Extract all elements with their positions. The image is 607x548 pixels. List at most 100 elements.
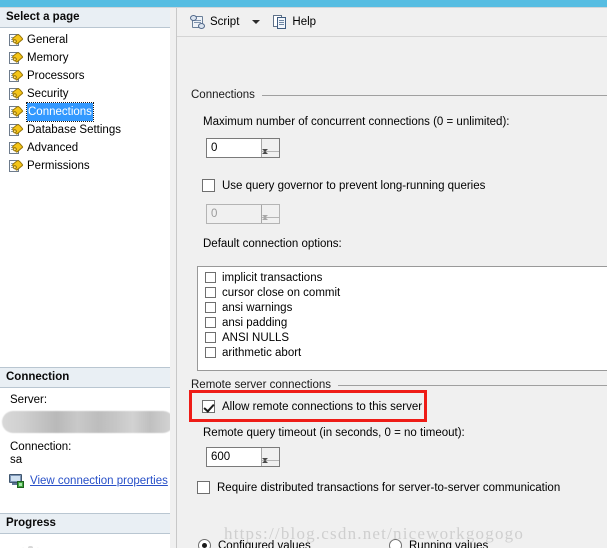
ssms-server-properties-dialog: Select a page General Memory Processors … [0, 0, 607, 548]
view-connection-properties-row[interactable]: View connection properties [0, 466, 176, 488]
page-icon [8, 141, 24, 155]
query-governor-spinner: 0 [206, 204, 280, 230]
option-checkbox[interactable] [205, 287, 216, 298]
option-label: cursor close on commit [222, 286, 341, 299]
sidebar-item-label: Memory [27, 52, 69, 64]
sidebar-item-label: Database Settings [27, 124, 121, 136]
progress-block: Ready [0, 534, 176, 548]
page-list-filler [0, 175, 176, 367]
configured-values-radio[interactable] [198, 539, 211, 548]
sidebar-item-database-settings[interactable]: Database Settings [0, 121, 176, 139]
sidebar-item-permissions[interactable]: Permissions [0, 157, 176, 175]
sidebar-item-advanced[interactable]: Advanced [0, 139, 176, 157]
option-label: arithmetic abort [222, 346, 302, 359]
allow-remote-connections-label: Allow remote connections to this server [222, 400, 423, 413]
page-list[interactable]: General Memory Processors Security Conne… [0, 28, 176, 175]
page-icon [8, 51, 24, 65]
spinner-buttons [261, 205, 279, 230]
spinner-down-button[interactable] [262, 458, 279, 473]
server-value-redaction [2, 411, 174, 433]
default-connection-options-listbox[interactable]: implicit transactions cursor close on co… [197, 266, 607, 371]
option-label: implicit transactions [222, 271, 323, 284]
connection-header: Connection [0, 367, 176, 388]
remote-timeout-spinner[interactable]: 600 [206, 447, 280, 473]
require-dtc-checkbox[interactable] [197, 481, 210, 494]
option-checkbox[interactable] [205, 302, 216, 313]
sidebar-item-label: Connections [26, 102, 94, 122]
page-icon [8, 87, 24, 101]
sidebar-item-security[interactable]: Security [0, 85, 176, 103]
sidebar-item-connections[interactable]: Connections [0, 102, 176, 122]
connection-block: Server: SQLEXP Connection: sa View conne… [0, 388, 176, 513]
query-governor-checkbox[interactable] [202, 179, 215, 192]
page-icon [8, 105, 24, 119]
page-icon [8, 123, 24, 137]
remote-group-header: Remote server connections [191, 379, 607, 391]
script-button[interactable]: Script [186, 11, 243, 33]
sidebar-item-label: Security [27, 88, 69, 100]
page-icon [8, 159, 24, 173]
remote-group-title: Remote server connections [191, 379, 331, 391]
connections-group-header: Connections [191, 89, 607, 101]
help-button[interactable]: Help [269, 11, 320, 33]
sidebar-item-processors[interactable]: Processors [0, 67, 176, 85]
sidebar-item-general[interactable]: General [0, 31, 176, 49]
script-button-label: Script [210, 16, 240, 28]
help-icon [273, 15, 287, 29]
option-checkbox[interactable] [205, 272, 216, 283]
sidebar-item-label: Advanced [27, 142, 79, 154]
window-accent-bar [0, 0, 607, 7]
max-connections-input[interactable]: 0 [207, 139, 261, 157]
require-dtc-label: Require distributed transactions for ser… [217, 481, 561, 494]
list-item[interactable]: cursor close on commit [198, 285, 607, 300]
sidebar-item-memory[interactable]: Memory [0, 49, 176, 67]
spinner-buttons[interactable] [261, 139, 279, 164]
allow-remote-connections-checkbox[interactable] [202, 400, 215, 413]
spinner-down-button [262, 215, 279, 230]
spinner-buttons[interactable] [261, 448, 279, 473]
list-item[interactable]: ansi padding [198, 315, 607, 330]
option-checkbox[interactable] [205, 317, 216, 328]
group-rule [337, 384, 607, 386]
list-item[interactable]: ansi warnings [198, 300, 607, 315]
server-connection-icon [9, 474, 25, 488]
remote-timeout-input[interactable]: 600 [207, 448, 261, 466]
left-panel: Select a page General Memory Processors … [0, 8, 176, 548]
max-connections-spinner[interactable]: 0 [206, 138, 280, 164]
right-panel: Script Help Connections Maximum number o… [177, 8, 607, 548]
view-connection-properties-link[interactable]: View connection properties [30, 475, 168, 487]
page-icon [8, 69, 24, 83]
require-dtc-row[interactable]: Require distributed transactions for ser… [197, 481, 560, 494]
sidebar-item-label: General [27, 34, 68, 46]
select-page-header: Select a page [0, 8, 176, 28]
connection-user-value: sa [10, 454, 23, 466]
watermark-text: https://blog.csdn.net/niceworkgogogo [224, 524, 525, 543]
help-button-label: Help [292, 16, 317, 28]
query-governor-label: Use query governor to prevent long-runni… [222, 179, 486, 192]
option-label: ansi padding [222, 316, 288, 329]
group-rule [261, 94, 607, 96]
list-item[interactable]: ANSI NULLS [198, 330, 607, 345]
dialog-toolbar: Script Help [177, 8, 607, 37]
allow-remote-connections-row[interactable]: Allow remote connections to this server [202, 400, 422, 413]
option-label: ANSI NULLS [222, 331, 290, 344]
spinner-down-button[interactable] [262, 149, 279, 164]
chevron-down-icon[interactable] [252, 20, 261, 24]
connections-group-title: Connections [191, 89, 255, 101]
script-icon [190, 15, 205, 29]
list-item[interactable]: arithmetic abort [198, 345, 607, 360]
settings-content: Connections Maximum number of concurrent… [177, 37, 607, 548]
query-governor-checkbox-row[interactable]: Use query governor to prevent long-runni… [202, 179, 485, 192]
progress-header: Progress [0, 513, 176, 534]
remote-timeout-label: Remote query timeout (in seconds, 0 = no… [203, 427, 465, 439]
page-icon [8, 33, 24, 47]
query-governor-input: 0 [211, 208, 218, 220]
sidebar-item-label: Permissions [27, 160, 90, 172]
option-checkbox[interactable] [205, 332, 216, 343]
max-connections-label: Maximum number of concurrent connections… [203, 116, 510, 128]
server-label: Server: [10, 394, 48, 406]
sidebar-item-label: Processors [27, 70, 85, 82]
default-connection-options-label: Default connection options: [203, 238, 342, 250]
list-item[interactable]: implicit transactions [198, 270, 607, 285]
option-checkbox[interactable] [205, 347, 216, 358]
